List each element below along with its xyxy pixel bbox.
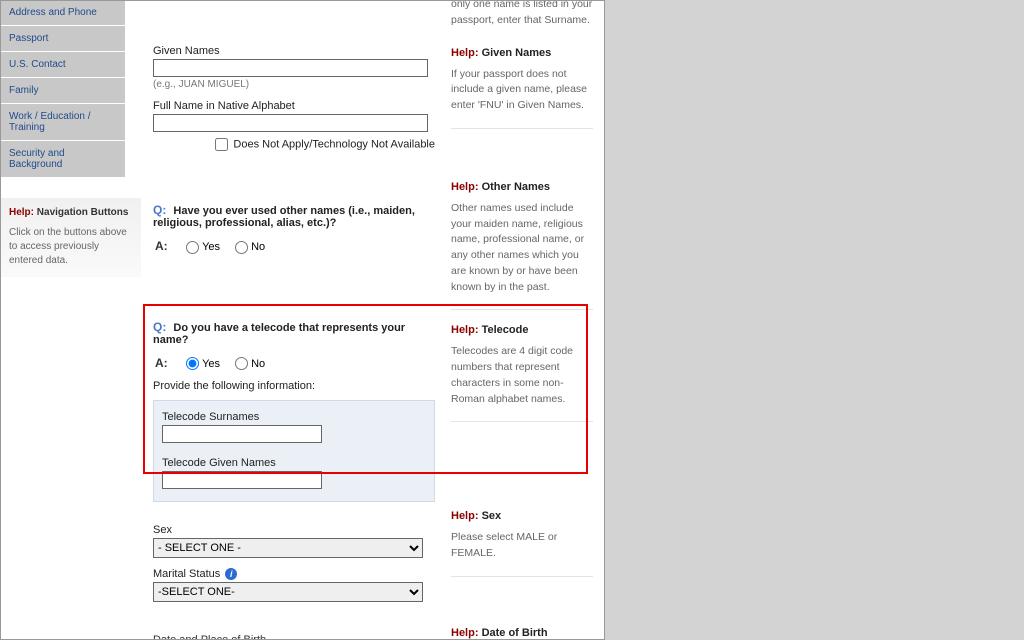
sex-label: Sex [153, 524, 435, 536]
telecode-given-input[interactable] [162, 471, 322, 489]
main-form: Given Names (e.g., JUAN MIGUEL) Full Nam… [143, 1, 443, 640]
sex-field: Sex - SELECT ONE - [153, 524, 435, 558]
help-dob-title: Date of Birth [482, 627, 548, 639]
help-telecode-body: Telecodes are 4 digit code numbers that … [451, 344, 593, 407]
help-aside: only one name is listed in your passport… [443, 1, 601, 640]
other-names-no-radio[interactable] [235, 241, 248, 254]
telecode-question: Do you have a telecode that represents y… [153, 322, 405, 346]
marital-select[interactable]: -SELECT ONE- [153, 582, 423, 602]
sidebar-item-passport[interactable]: Passport [1, 26, 125, 52]
other-names-yes-radio[interactable] [186, 241, 199, 254]
native-name-input[interactable] [153, 114, 428, 132]
q-marker-telecode: Q: [153, 320, 166, 334]
native-name-field: Full Name in Native Alphabet Does Not Ap… [153, 100, 435, 151]
telecode-surnames-input[interactable] [162, 425, 322, 443]
q-marker: Q: [153, 203, 166, 217]
marital-field: Marital Status i -SELECT ONE- [153, 568, 435, 602]
help-prefix: Help: [451, 47, 479, 59]
telecode-question-block: Q: Do you have a telecode that represent… [153, 314, 435, 511]
help-nav-title: Navigation Buttons [37, 207, 129, 218]
telecode-details: Telecode Surnames Telecode Given Names [153, 400, 435, 502]
help-given-body: If your passport does not include a give… [451, 67, 593, 114]
sidebar: Address and Phone Passport U.S. Contact … [1, 0, 125, 178]
given-names-field: Given Names (e.g., JUAN MIGUEL) [153, 45, 435, 90]
a-marker-telecode: A: [155, 356, 173, 370]
given-names-input[interactable] [153, 59, 428, 77]
sidebar-item-work-education[interactable]: Work / Education / Training [1, 104, 125, 141]
telecode-yes-label: Yes [202, 358, 220, 370]
telecode-provide-text: Provide the following information: [153, 380, 435, 392]
help-telecode-title: Telecode [482, 324, 529, 336]
marital-label: Marital Status i [153, 568, 435, 580]
telecode-given-label: Telecode Given Names [162, 457, 426, 469]
telecode-no-radio[interactable] [235, 357, 248, 370]
sidebar-item-us-contact[interactable]: U.S. Contact [1, 52, 125, 78]
help-sex-title: Sex [482, 510, 502, 522]
help-prefix: Help: [451, 510, 479, 522]
help-sex-body: Please select MALE or FEMALE. [451, 530, 593, 562]
a-marker: A: [155, 239, 173, 253]
given-names-label: Given Names [153, 45, 435, 57]
help-sex-block: Help: Sex Please select MALE or FEMALE. [451, 506, 593, 577]
sidebar-item-security-background[interactable]: Security and Background [1, 141, 125, 178]
other-names-no-label: No [251, 241, 265, 253]
help-prefix: Help: [451, 181, 479, 193]
other-names-question: Have you ever used other names (i.e., ma… [153, 205, 415, 229]
help-prefix: Help: [451, 627, 479, 639]
help-dob-block: Help: Date of Birth If day or month is u… [451, 623, 593, 640]
help-other-body: Other names used include your maiden nam… [451, 201, 593, 296]
sidebar-item-address-phone[interactable]: Address and Phone [1, 0, 125, 26]
help-nav-body: Click on the buttons above to access pre… [9, 226, 133, 268]
telecode-surnames-label: Telecode Surnames [162, 411, 426, 423]
help-given-title: Given Names [482, 47, 552, 59]
help-prefix: Help: [451, 324, 479, 336]
info-icon[interactable]: i [225, 568, 237, 580]
help-other-title: Other Names [482, 181, 550, 193]
app-window: Address and Phone Passport U.S. Contact … [0, 0, 605, 640]
help-nav-prefix: Help: [9, 207, 34, 218]
help-given-block: Help: Given Names If your passport does … [451, 43, 593, 129]
sex-select[interactable]: - SELECT ONE - [153, 538, 423, 558]
help-navigation-panel: Help: Navigation Buttons Click on the bu… [1, 198, 141, 277]
other-names-question-block: Q: Have you ever used other names (i.e.,… [153, 193, 435, 262]
other-names-yes-label: Yes [202, 241, 220, 253]
help-telecode-block: Help: Telecode Telecodes are 4 digit cod… [451, 320, 593, 422]
telecode-no-label: No [251, 358, 265, 370]
dob-heading: Date and Place of Birth [153, 626, 435, 640]
native-name-na-checkbox[interactable] [215, 138, 228, 151]
native-name-na-label: Does Not Apply/Technology Not Available [233, 138, 435, 150]
telecode-yes-radio[interactable] [186, 357, 199, 370]
help-other-block: Help: Other Names Other names used inclu… [451, 177, 593, 311]
help-surname-body: only one name is listed in your passport… [451, 0, 593, 29]
sidebar-item-family[interactable]: Family [1, 78, 125, 104]
native-name-label: Full Name in Native Alphabet [153, 100, 435, 112]
given-names-hint: (e.g., JUAN MIGUEL) [153, 79, 435, 90]
